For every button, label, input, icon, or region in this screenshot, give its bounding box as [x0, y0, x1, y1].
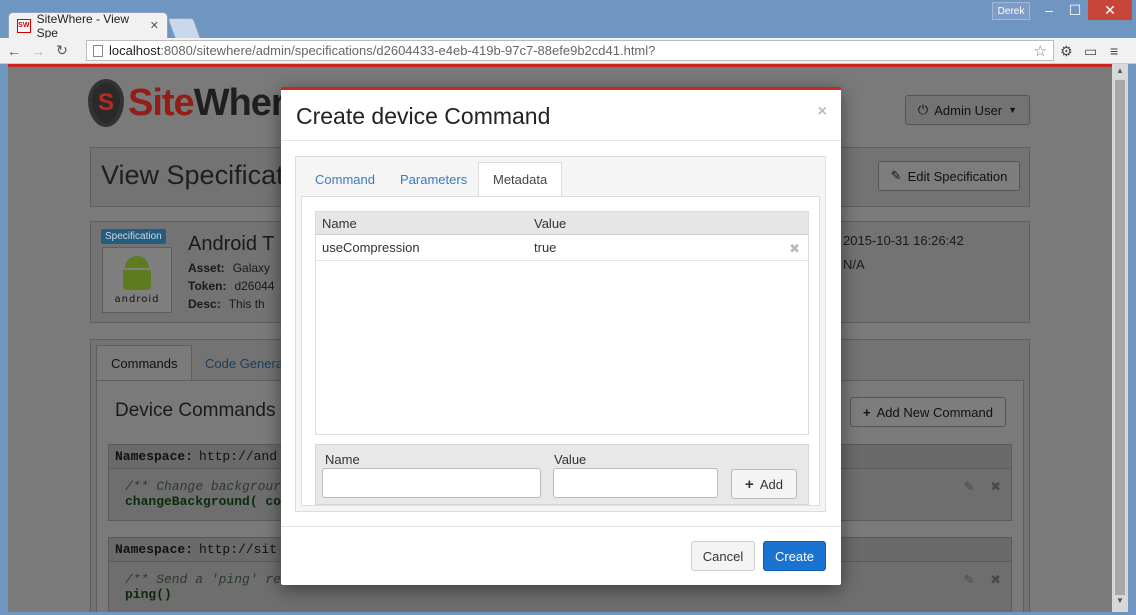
device-commands-title: Device Commands: [115, 400, 276, 421]
edit-specification-label: Edit Specification: [907, 168, 1008, 184]
scroll-up-icon[interactable]: ▲: [1112, 66, 1128, 80]
logo-where: Wher: [193, 81, 286, 124]
address-bar[interactable]: localhost :8080/sitewhere/admin/specific…: [86, 40, 1054, 61]
modal-footer-divider: [281, 526, 841, 527]
cast-icon[interactable]: ▭: [1084, 43, 1097, 60]
specification-badge: Specification: [101, 229, 166, 244]
favicon-icon: SW: [17, 18, 31, 33]
metadata-panel: Name Value useCompression true ✖ Name Va…: [301, 196, 820, 506]
metadata-value-input[interactable]: [553, 468, 718, 498]
profile-badge[interactable]: Derek: [992, 2, 1030, 20]
metadata-table: Name Value useCompression true ✖: [315, 211, 809, 435]
tab-metadata[interactable]: Metadata: [478, 162, 563, 197]
window-frame-right: [1128, 64, 1136, 615]
url-host: localhost: [109, 43, 161, 58]
page-scrollbar[interactable]: ▲ ▼: [1112, 64, 1128, 612]
browser-tab[interactable]: SW SiteWhere - View Spe ✕: [8, 11, 168, 40]
menu-icon[interactable]: ≡: [1110, 43, 1118, 59]
spec-desc: Desc: This th: [188, 297, 265, 311]
delete-command-icon[interactable]: ✖: [990, 572, 1001, 587]
logo-mark-icon: S: [88, 79, 124, 127]
metadata-name-input[interactable]: [322, 468, 541, 498]
modal-tab-container: Command Parameters Metadata Name Value u…: [295, 156, 826, 512]
plus-icon: +: [745, 475, 754, 493]
metadata-value-cell: true: [534, 240, 557, 255]
forward-icon[interactable]: →: [28, 43, 48, 59]
modal-close-icon[interactable]: ×: [818, 103, 827, 121]
pencil-icon: ✎: [890, 168, 902, 183]
add-new-command-label: Add New Command: [876, 404, 993, 420]
metadata-table-header: Name Value: [316, 212, 808, 235]
column-header-value: Value: [534, 215, 567, 231]
reload-icon[interactable]: ↻: [52, 42, 72, 59]
table-row: useCompression true ✖: [316, 235, 808, 261]
metadata-add-form: Name Value + Add: [315, 444, 809, 505]
url-path: :8080/sitewhere/admin/specifications/d26…: [160, 43, 656, 58]
add-name-label: Name: [325, 452, 360, 467]
tab-commands[interactable]: Commands: [96, 345, 193, 381]
edit-command-icon[interactable]: ✎: [964, 479, 975, 494]
logo-site: Site: [128, 81, 195, 124]
add-value-label: Value: [554, 452, 587, 467]
new-tab-button[interactable]: [167, 18, 201, 38]
power-icon: ⏻: [917, 102, 929, 117]
spec-created-date: 2015-10-31 16:26:42: [843, 233, 964, 248]
android-body-icon: [123, 269, 151, 290]
add-metadata-label: Add: [759, 476, 783, 492]
android-head-icon: [125, 255, 149, 268]
browser-titlebar: SW SiteWhere - View Spe ✕ Derek – ☐ ✕: [0, 0, 1136, 40]
command-actions: ✎ ✖: [964, 479, 1001, 495]
scroll-thumb[interactable]: [1115, 80, 1125, 595]
close-window-icon[interactable]: ✕: [1088, 0, 1132, 20]
add-metadata-button[interactable]: + Add: [731, 469, 797, 499]
caret-down-icon: ▼: [1008, 105, 1018, 115]
modal-title: Create device Command: [296, 103, 551, 129]
window-frame-left: [0, 64, 8, 615]
tab-command[interactable]: Command: [301, 162, 389, 197]
scroll-down-icon[interactable]: ▼: [1112, 596, 1128, 610]
page-title: View Specificat: [101, 160, 284, 190]
create-button[interactable]: Create: [763, 541, 826, 571]
command-signature: ping(): [125, 587, 172, 602]
maximize-icon[interactable]: ☐: [1062, 0, 1088, 20]
back-icon[interactable]: ←: [4, 43, 24, 59]
command-actions: ✎ ✖: [964, 572, 1001, 588]
cancel-button[interactable]: Cancel: [691, 541, 755, 571]
modal-header-divider: [281, 140, 841, 141]
edit-specification-button[interactable]: ✎ Edit Specification: [878, 161, 1020, 191]
tab-close-icon[interactable]: ✕: [150, 19, 159, 32]
column-header-name: Name: [322, 215, 357, 231]
spec-asset: Asset: Galaxy: [188, 261, 271, 275]
edit-command-icon[interactable]: ✎: [964, 572, 975, 587]
delete-command-icon[interactable]: ✖: [990, 479, 1001, 494]
android-wordmark: android: [114, 293, 160, 305]
android-image: android: [102, 247, 172, 313]
delete-row-icon[interactable]: ✖: [789, 241, 800, 257]
admin-user-label: Admin User: [934, 102, 1003, 118]
page-icon: [93, 44, 103, 57]
browser-tab-title: SiteWhere - View Spe: [36, 11, 130, 40]
spec-token: Token: d26044: [188, 279, 275, 293]
specification-name: Android T: [188, 233, 275, 255]
minimize-icon[interactable]: –: [1036, 0, 1062, 20]
create-command-modal: Create device Command × Command Paramete…: [281, 87, 841, 585]
sitewhere-logo: S SiteWher: [88, 79, 286, 127]
bookmark-star-icon[interactable]: ☆: [1034, 42, 1047, 60]
spec-updated-date: N/A: [843, 257, 865, 272]
tab-parameters[interactable]: Parameters: [386, 162, 481, 197]
admin-user-button[interactable]: ⏻ Admin User ▼: [905, 95, 1030, 125]
metadata-name-cell: useCompression: [322, 240, 420, 255]
browser-toolbar: ← → ↻ localhost :8080/sitewhere/admin/sp…: [0, 38, 1136, 64]
add-new-command-button[interactable]: + Add New Command: [850, 397, 1006, 427]
extension-gear-icon[interactable]: ⚙: [1060, 43, 1073, 60]
plus-icon: +: [863, 404, 871, 420]
